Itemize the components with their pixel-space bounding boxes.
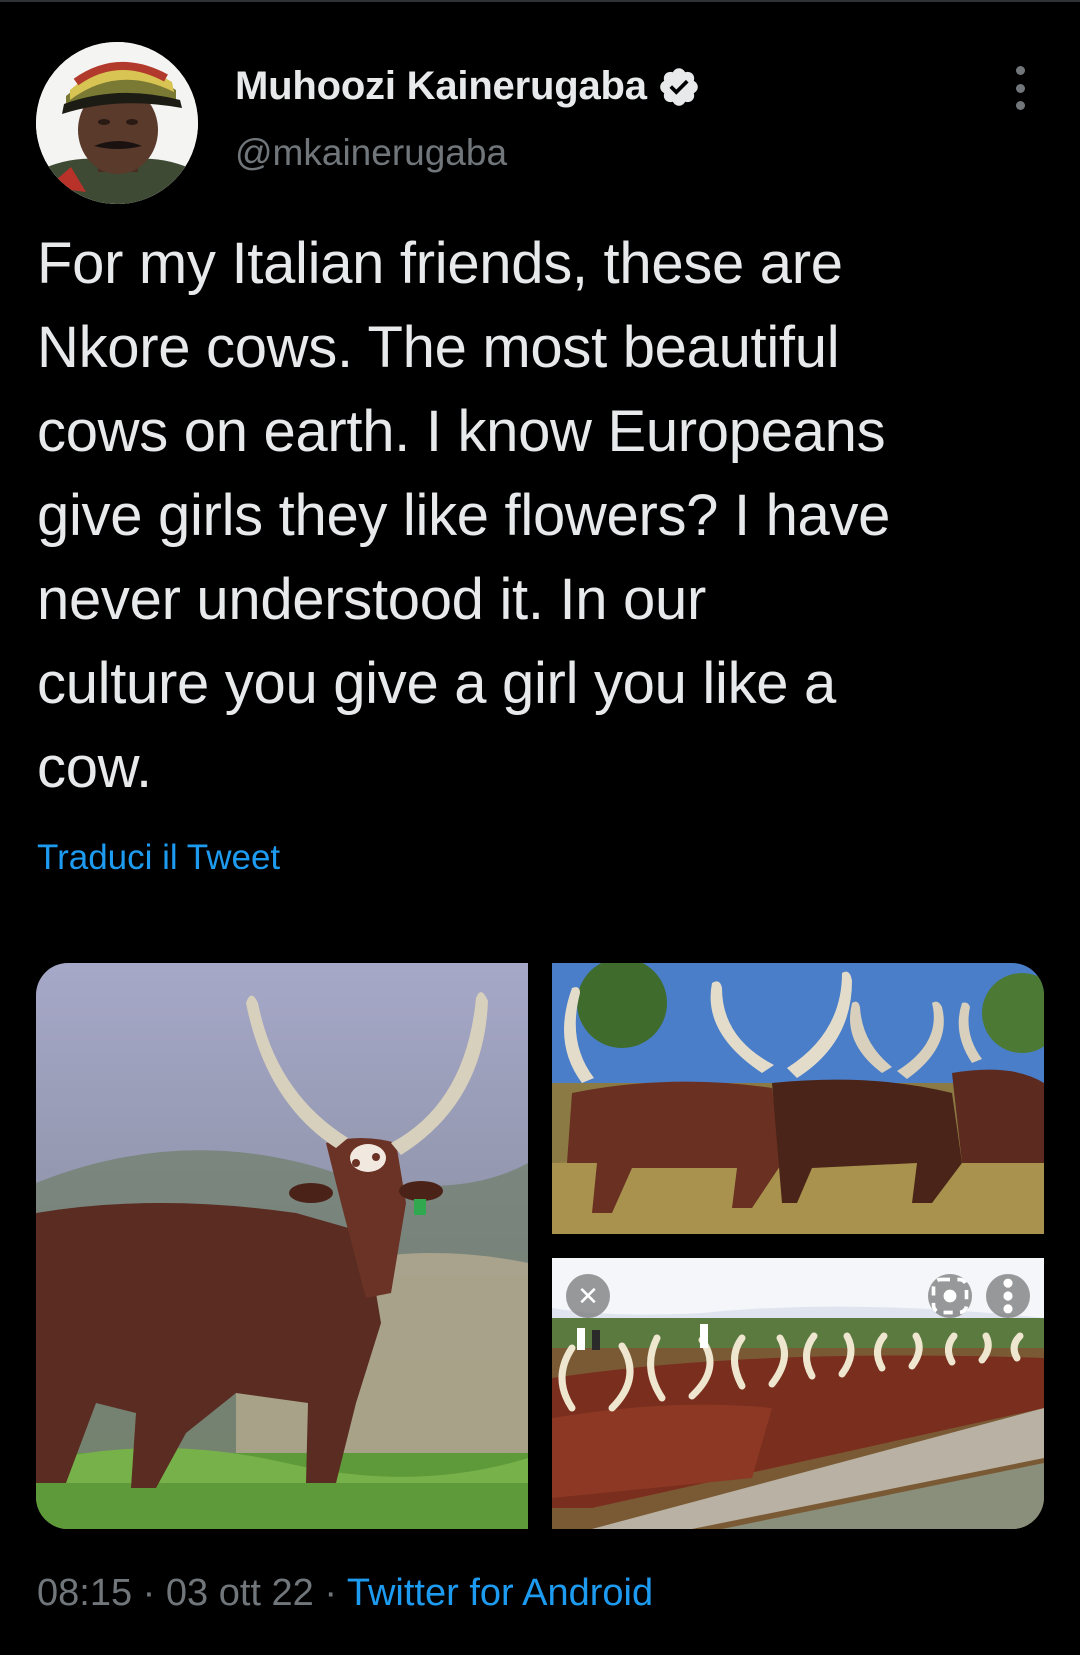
close-icon[interactable]: ✕ xyxy=(566,1274,610,1318)
tweet-source-link[interactable]: Twitter for Android xyxy=(347,1572,653,1614)
tweet-time: 08:15 xyxy=(37,1572,133,1614)
overflow-menu-icon[interactable] xyxy=(986,1274,1030,1318)
media-photo-1[interactable] xyxy=(36,963,528,1529)
media-photo-3[interactable]: ✕ xyxy=(552,1258,1044,1529)
ankole-cow-photo-icon xyxy=(36,963,528,1529)
media-grid: ✕ xyxy=(36,963,1044,1529)
lens-search-icon[interactable] xyxy=(928,1274,972,1318)
translate-tweet-link[interactable]: Traduci il Tweet xyxy=(37,838,280,878)
top-divider xyxy=(0,0,1080,2)
meta-separator: · xyxy=(132,1572,166,1614)
more-options-icon[interactable] xyxy=(1000,66,1040,110)
meta-separator: · xyxy=(313,1572,347,1614)
ankole-herd-photo-icon xyxy=(552,963,1044,1234)
verified-badge-icon xyxy=(657,65,701,109)
tweet-text: For my Italian friends, these are Nkore … xyxy=(37,231,891,800)
tweet-meta: 08:15 · 03 ott 22 · Twitter for Android xyxy=(37,1572,653,1615)
display-name[interactable]: Muhoozi Kainerugaba xyxy=(235,64,647,109)
author-name-row[interactable]: Muhoozi Kainerugaba xyxy=(235,64,701,109)
tweet-date: 03 ott 22 xyxy=(165,1572,314,1614)
media-photo-2[interactable] xyxy=(552,963,1044,1234)
profile-photo-icon xyxy=(36,42,198,204)
avatar[interactable] xyxy=(36,42,198,204)
author-handle[interactable]: @mkainerugaba xyxy=(235,132,507,174)
